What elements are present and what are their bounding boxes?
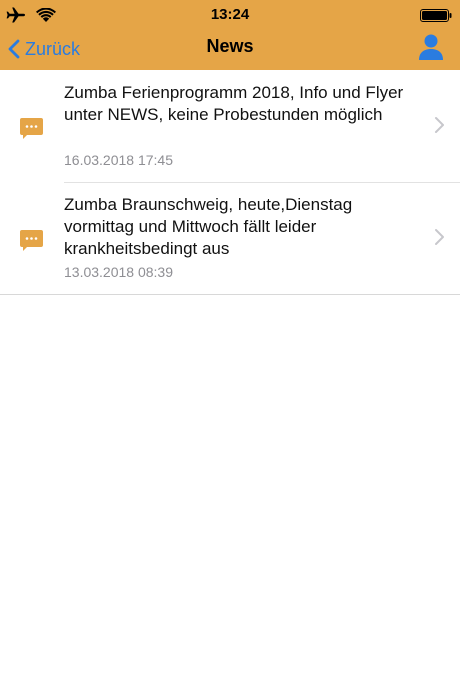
news-title: Zumba Braunschweig, heute,Dienstag vormi… bbox=[64, 195, 353, 258]
chevron-right-icon bbox=[435, 117, 444, 133]
message-bubble-icon bbox=[20, 230, 43, 251]
header: 13:24 Zurück News bbox=[0, 0, 460, 70]
news-date: 13.03.2018 08:39 bbox=[64, 264, 173, 280]
news-title: Zumba Ferienprogramm 2018, Info und Flye… bbox=[64, 83, 404, 124]
status-time: 13:24 bbox=[210, 6, 250, 23]
person-icon[interactable] bbox=[416, 32, 446, 62]
chevron-right-icon bbox=[435, 229, 444, 245]
nav-bar: Zurück News bbox=[0, 30, 460, 70]
message-bubble-icon bbox=[20, 118, 43, 139]
news-item[interactable]: Zumba Ferienprogramm 2018, Info und Flye… bbox=[0, 70, 460, 182]
news-item[interactable]: Zumba Braunschweig, heute,Dienstag vormi… bbox=[0, 182, 460, 294]
news-date: 16.03.2018 17:45 bbox=[64, 152, 173, 168]
page-title: News bbox=[206, 36, 254, 56]
battery-icon bbox=[420, 9, 452, 22]
status-bar: 13:24 bbox=[0, 0, 460, 30]
news-list: Zumba Ferienprogramm 2018, Info und Flye… bbox=[0, 70, 460, 295]
